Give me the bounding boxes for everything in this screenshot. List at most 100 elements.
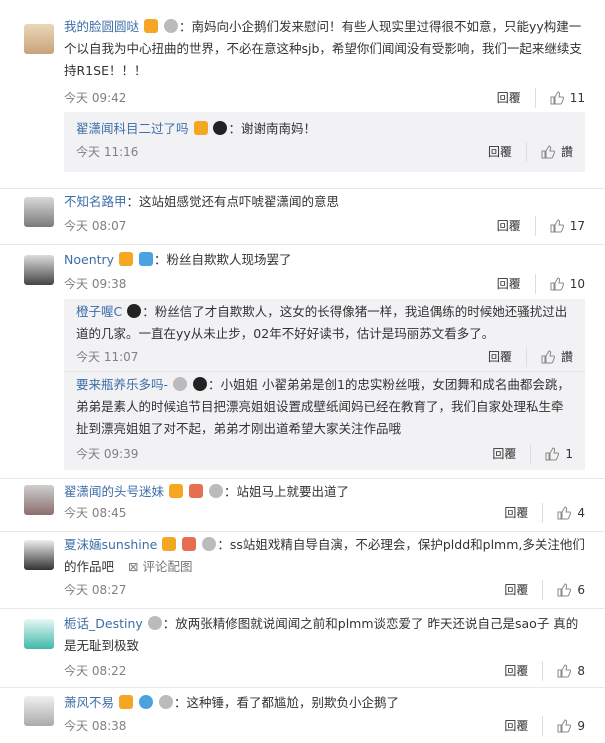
like-count: 17 [569,219,585,233]
reply-button[interactable]: 回覆 [488,142,527,162]
comment-username[interactable]: Noentry [64,252,114,267]
comment-time: 今天 08:45 [64,506,127,520]
reply-text: ：谢谢南南妈！ [228,121,316,136]
vip-badge-icon [119,695,133,709]
reply-item: 要来瓶养乐多吗- ：小姐姐 小翟弟弟是创1的忠实粉丝哦，女团舞和成名曲都会跳，弟… [64,372,585,470]
thumbs-up-icon [550,277,564,291]
medal-icon [182,537,197,551]
avatar[interactable] [24,540,54,570]
reply-username[interactable]: 翟潇闻科目二过了吗 [76,121,189,136]
like-button[interactable]: 17 [550,216,585,236]
panda-icon [192,377,207,391]
comment-item: 我的脸圆圆哒 ：南妈向小企鹅们发来慰问！有些人现实里过得很不如意，只能yy构建一… [0,0,605,189]
comment-time: 今天 09:38 [64,277,127,291]
like-count: 11 [569,91,585,105]
comment-username[interactable]: 夏沫婳sunshine [64,537,157,552]
like-button[interactable]: 6 [557,580,585,600]
vip-badge-icon [144,19,158,33]
reply-button[interactable]: 回覆 [492,444,532,464]
level-badge-icon [163,19,178,33]
like-button[interactable]: 1 [545,444,573,464]
comment-text: ：南妈向小企鹅们发来慰问！有些人现实里过得很不如意，只能yy构建一个以自我为中心… [64,19,582,78]
like-button[interactable]: 讚 [541,347,573,367]
like-button[interactable]: 讚 [541,142,573,162]
like-count: 9 [577,719,585,733]
comment-image-label: 评论配图 [142,559,193,574]
comment-meta: 今天 09:42 回覆 11 [64,88,585,108]
vip-badge-icon [162,537,177,551]
reply-button[interactable]: 回覆 [504,716,544,736]
like-label: 讚 [560,350,573,364]
comment-text: ：这站姐感觉还有点吓唬翟潇闻的意思 [126,194,340,209]
comment-text: ：站姐马上就要出道了 [223,484,349,499]
comment-text: ：这种锤，看了都尴尬，别欺负小企鹅了 [173,695,399,710]
vip-badge-icon [169,484,183,498]
reply-text: ：粉丝信了才自欺欺人，这女的长得像猪一样，我追偶练的时候她还骚扰过出道的几家。一… [76,304,568,341]
comment-time: 今天 08:22 [64,664,127,678]
comment-item: 萧风不易 ：这种锤，看了都尴尬，别欺负小企鹅了 今天 08:38 回覆 9 [0,688,605,743]
avatar[interactable] [24,255,54,285]
comment-item: 不知名路甲：这站姐感觉还有点吓唬翟潇闻的意思 今天 08:07 回覆 17 [0,189,605,245]
comment-item: 翟潇闻的头号迷妹 ：站姐马上就要出道了 今天 08:45 回覆 4 [0,479,605,532]
comment-username[interactable]: 萧风不易 [64,695,114,710]
avatar[interactable] [24,197,54,227]
reply-list: 橙子喔C ：粉丝信了才自欺欺人，这女的长得像猪一样，我追偶练的时候她还骚扰过出道… [64,299,585,470]
thumbs-up-icon [550,219,564,233]
reply-button[interactable]: 回覆 [497,274,536,294]
comment-item: 栀话_Destiny ：放两张精修图就说闻闻之前和plmm谈恋爱了 昨天还说自己… [0,609,605,688]
reply-username[interactable]: 要来瓶养乐多吗- [76,377,168,392]
comment-image-link[interactable]: ⊠ 评论配图 [128,559,192,574]
like-button[interactable]: 10 [550,274,585,294]
comment-username[interactable]: 翟潇闻的头号迷妹 [64,484,164,499]
like-button[interactable]: 9 [557,716,585,736]
vip-badge-icon [193,121,208,135]
medal-icon [188,484,203,498]
reply-time: 今天 09:39 [76,447,139,461]
sticker-icon [139,252,154,266]
like-count: 1 [565,447,573,461]
thumbs-up-icon [557,719,572,733]
level-badge-icon [202,537,217,551]
reply-button[interactable]: 回覆 [488,347,527,367]
thumbs-up-icon [541,350,555,364]
panda-icon [127,304,142,318]
reply-button[interactable]: 回覆 [504,661,544,681]
level-badge-icon [158,695,173,709]
reply-time: 今天 11:16 [76,145,139,159]
comment-text: ：粉丝自欺欺人现场罢了 [154,252,292,267]
thumbs-up-icon [545,447,560,461]
comment-list: 我的脸圆圆哒 ：南妈向小企鹅们发来慰问！有些人现实里过得很不如意，只能yy构建一… [0,0,605,743]
avatar[interactable] [24,24,54,54]
thumbs-up-icon [557,664,572,678]
eye-icon [138,695,153,709]
reply-item: 橙子喔C ：粉丝信了才自欺欺人，这女的长得像猪一样，我追偶练的时候她还骚扰过出道… [64,299,585,372]
avatar[interactable] [24,619,54,649]
avatar[interactable] [24,485,54,515]
reply-list: 翟潇闻科目二过了吗 ：谢谢南南妈！ 今天 11:16 回覆 讚 [64,112,585,172]
reply-button[interactable]: 回覆 [497,88,536,108]
reply-button[interactable]: 回覆 [497,216,536,236]
reply-button[interactable]: 回覆 [504,580,544,600]
level-badge-icon [208,484,223,498]
thumbs-up-icon [550,91,564,105]
reply-username[interactable]: 橙子喔C [76,304,122,319]
comment-username[interactable]: 我的脸圆圆哒 [64,19,139,34]
like-button[interactable]: 11 [550,88,585,108]
comment-time: 今天 08:07 [64,219,127,233]
comment-body: 我的脸圆圆哒 ：南妈向小企鹅们发来慰问！有些人现实里过得很不如意，只能yy构建一… [64,16,585,82]
comment-username[interactable]: 栀话_Destiny [64,616,143,631]
comment-time: 今天 08:38 [64,719,127,733]
comment-username[interactable]: 不知名路甲 [64,194,127,209]
level-badge-icon [173,377,187,391]
thumbs-up-icon [557,583,572,597]
like-button[interactable]: 4 [557,503,585,523]
like-count: 10 [569,277,585,291]
thumbs-up-icon [557,506,572,520]
like-count: 6 [577,583,585,597]
image-icon: ⊠ [128,559,139,574]
vip-badge-icon [119,252,134,266]
like-button[interactable]: 8 [557,661,585,681]
thumbs-up-icon [541,145,555,159]
comment-time: 今天 09:42 [64,91,127,105]
reply-button[interactable]: 回覆 [504,503,544,523]
